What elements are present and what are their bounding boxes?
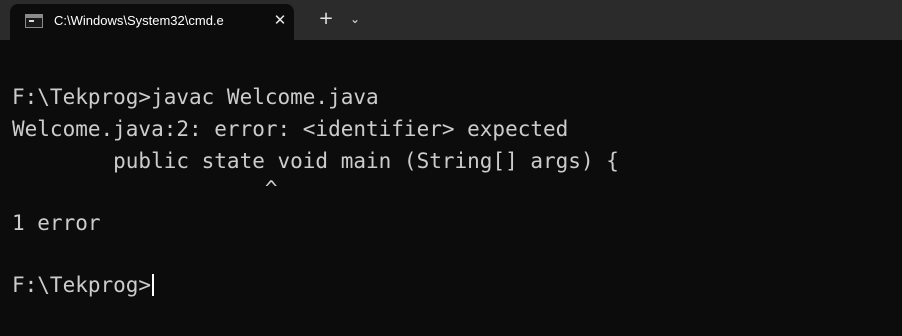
terminal-line: Welcome.java:2: error: <identifier> expe… bbox=[12, 117, 569, 141]
chevron-down-icon[interactable]: ⌄ bbox=[345, 9, 365, 29]
terminal-output[interactable]: F:\Tekprog>javac Welcome.java Welcome.ja… bbox=[0, 40, 902, 336]
text-cursor bbox=[152, 274, 155, 296]
title-bar: C:\Windows\System32\cmd.e ✕ + ⌄ bbox=[0, 0, 902, 40]
close-icon[interactable]: ✕ bbox=[271, 11, 289, 29]
prompt-text: F:\Tekprog> bbox=[12, 273, 152, 297]
tab-cmd[interactable]: C:\Windows\System32\cmd.e ✕ bbox=[10, 4, 294, 40]
terminal-line: public state void main (String[] args) { bbox=[12, 149, 619, 173]
terminal-line: F:\Tekprog>javac Welcome.java bbox=[12, 85, 379, 109]
terminal-line: ^ bbox=[12, 177, 278, 201]
tab-title: C:\Windows\System32\cmd.e bbox=[54, 13, 224, 28]
terminal-line: 1 error bbox=[12, 211, 101, 235]
terminal-icon bbox=[25, 14, 43, 28]
new-tab-button[interactable]: + bbox=[316, 8, 336, 30]
prompt-line: F:\Tekprog> bbox=[12, 272, 155, 298]
